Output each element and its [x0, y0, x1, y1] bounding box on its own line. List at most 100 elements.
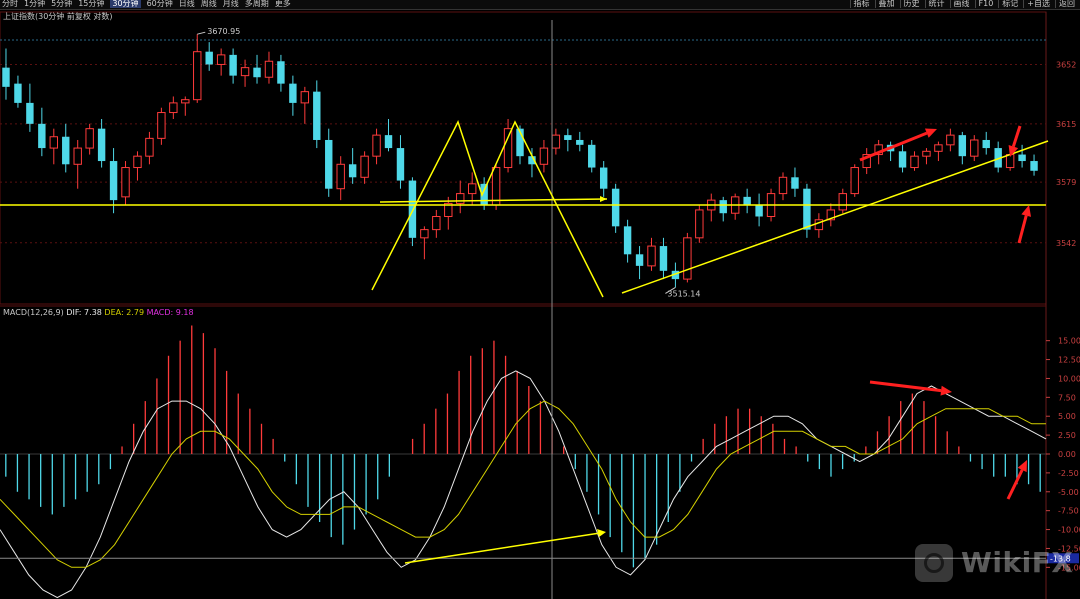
red-arrow-up-support-shaft [1017, 215, 1028, 244]
neckline-arrowhead [600, 196, 607, 202]
candle-body-85 [1018, 154, 1026, 162]
macd-header-dea_label: DEA: [102, 308, 124, 317]
candle-body-76 [910, 155, 919, 169]
candle-body-34 [408, 180, 417, 238]
candle-body-0 [2, 67, 10, 87]
candle-body-82 [982, 139, 990, 149]
candle-body-46 [551, 134, 561, 149]
candle-body-81 [970, 139, 979, 157]
candle-body-22 [264, 60, 274, 78]
candle-body-79 [946, 134, 955, 146]
candle-body-27 [325, 139, 333, 189]
candle-body-65 [778, 176, 788, 195]
candle-body-17 [205, 51, 213, 65]
kline-chart[interactable]: 3652 3615 3579 3542 上证指数(30分钟 前复权 对数) 3670.95… [0, 0, 1080, 599]
price-tick-label-1: 3615 [1056, 120, 1076, 129]
macd-tick-label-3: 7.50 [1058, 393, 1076, 402]
candle-body-33 [396, 148, 405, 181]
candle-body-86 [1030, 161, 1038, 171]
macd-header: MACD(12,26,9) DIF: 7.38 DEA: 2.79 MACD: … [3, 308, 194, 317]
candle-body-51 [611, 188, 620, 227]
red-arrow-macd-bottom-shaft [1006, 469, 1024, 500]
red-arrow-up-support-head [1021, 205, 1032, 217]
candle-body-20 [240, 67, 250, 77]
candle-body-32 [384, 135, 393, 149]
macd-tick-label-2: 10.00 [1058, 374, 1080, 383]
candle-body-41 [491, 167, 501, 206]
wikifx-logo-icon [915, 544, 953, 582]
macd-tick-label-4: 5.00 [1058, 412, 1076, 421]
price-title: 上证指数(30分钟 前复权 对数) [3, 11, 113, 21]
candle-body-70 [838, 193, 847, 211]
candle-body-48 [576, 139, 584, 145]
red-arrow-down-top-shaft [1011, 125, 1022, 147]
candle-body-66 [791, 177, 799, 189]
candle-body-42 [503, 128, 513, 169]
high-mark-label: 3670.95 [207, 27, 240, 36]
candle-body-47 [564, 135, 572, 140]
candle-body-10 [121, 167, 130, 198]
candle-body-39 [467, 183, 477, 195]
candle-body-53 [635, 254, 644, 266]
candle-body-18 [216, 54, 226, 65]
candle-body-36 [432, 215, 441, 231]
candle-body-2 [26, 102, 34, 124]
price-frame [0, 11, 1047, 305]
candle-body-45 [539, 147, 549, 165]
candle-body-4 [49, 136, 59, 149]
candle-body-1 [14, 83, 22, 103]
macd-tick-label-1: 12.50 [1058, 356, 1080, 365]
price-panel: 3652 3615 3579 3542 上证指数(30分钟 前复权 对数) 3670.95… [0, 11, 1076, 599]
candle-body-6 [73, 147, 82, 165]
macd-tick-label-7: -2.50 [1058, 469, 1079, 478]
candle-body-24 [289, 83, 297, 103]
candle-body-75 [898, 151, 907, 168]
macd-header-dif_label: DIF: [64, 308, 82, 317]
candle-body-60 [719, 200, 727, 214]
low-mark-label: 3515.14 [667, 289, 700, 298]
candle-body-71 [850, 167, 859, 195]
candle-body-28 [336, 163, 345, 190]
macd-tick-label-0: 15.00 [1058, 337, 1080, 346]
candle-body-19 [229, 54, 237, 76]
price-tick-label-3: 3542 [1056, 239, 1076, 248]
rising-trendline [621, 140, 1049, 294]
macd-tick-label-9: -7.50 [1058, 507, 1079, 516]
candle-body-16 [193, 51, 202, 101]
macd-tick-label-6: 0.00 [1058, 450, 1076, 459]
candle-body-58 [695, 209, 704, 239]
candle-body-63 [755, 205, 763, 217]
watermark-text: WikiFX [961, 546, 1074, 579]
candle-body-26 [313, 91, 321, 140]
high-mark-line [197, 31, 206, 35]
candle-body-52 [623, 226, 632, 255]
candle-body-13 [157, 112, 166, 139]
candle-body-15 [181, 99, 190, 104]
m-pattern-lines [371, 120, 604, 298]
candle-body-80 [958, 135, 967, 157]
candle-body-62 [743, 196, 751, 206]
candle-body-5 [62, 136, 70, 165]
candle-body-78 [934, 144, 943, 152]
candle-body-38 [456, 193, 465, 204]
candle-body-21 [253, 67, 261, 78]
macd-tick-label-10: -10.00 [1058, 526, 1080, 535]
macd-header-dif: 7.38 [82, 308, 102, 317]
price-tick-label-0: 3652 [1056, 60, 1076, 69]
macd-header-macd: 9.18 [173, 308, 193, 317]
candle-body-30 [360, 155, 369, 178]
candle-body-35 [420, 229, 429, 239]
macd-header-name: MACD(12,26,9) [3, 308, 64, 317]
candle-body-29 [348, 164, 357, 178]
candle-body-3 [38, 123, 46, 149]
candle-body-31 [372, 134, 381, 157]
candle-body-77 [922, 150, 931, 157]
macd-tick-label-5: 2.50 [1058, 431, 1076, 440]
macd-tick-label-8: -5.00 [1058, 488, 1079, 497]
candle-body-9 [109, 161, 118, 201]
candle-body-25 [300, 91, 310, 104]
candle-body-14 [169, 102, 178, 114]
candle-body-11 [133, 155, 142, 169]
candle-body-23 [277, 61, 285, 84]
candle-body-50 [599, 167, 608, 189]
